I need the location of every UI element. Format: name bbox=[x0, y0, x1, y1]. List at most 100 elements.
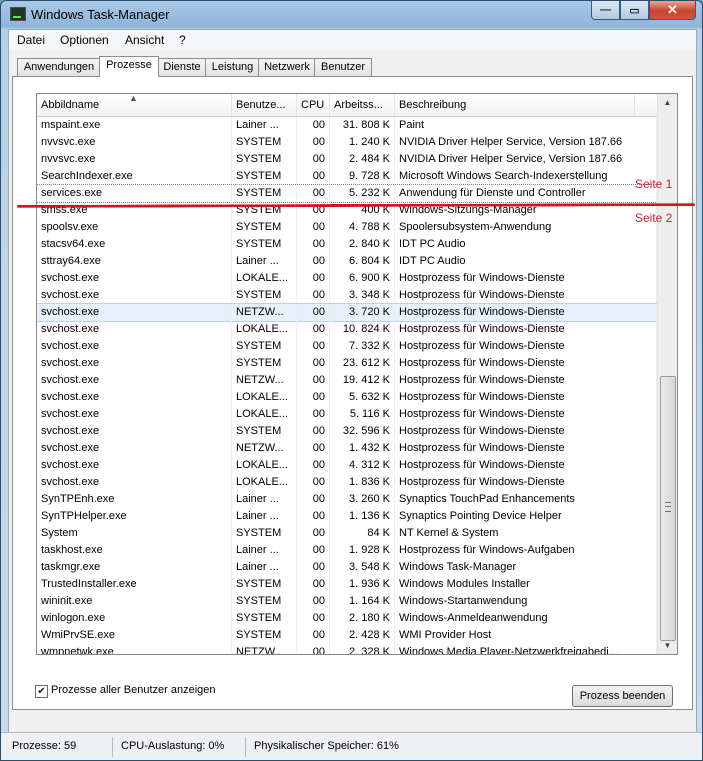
cell-user: Lainer ... bbox=[232, 559, 297, 576]
cell-user: SYSTEM bbox=[232, 610, 297, 627]
cell-description: Synaptics Pointing Device Helper bbox=[395, 508, 657, 525]
close-button[interactable]: ✕ bbox=[649, 1, 696, 20]
process-row[interactable]: wininit.exe SYSTEM 00 1. 164 K Windows-Start… bbox=[37, 593, 657, 610]
cell-memory: 1. 164 K bbox=[330, 593, 395, 610]
cell-image-name: SearchIndexer.exe bbox=[37, 168, 232, 185]
cell-description: Hostprozess für Windows-Dienste bbox=[395, 372, 657, 389]
cell-description: Hostprozess für Windows-Dienste bbox=[395, 321, 657, 338]
menu-optionen[interactable]: Optionen bbox=[60, 33, 109, 47]
tab-benutzer[interactable]: Benutzer bbox=[314, 58, 372, 76]
client-area: Datei Optionen Ansicht ? Anwendungen Pro… bbox=[8, 29, 697, 734]
cell-user: SYSTEM bbox=[232, 355, 297, 372]
status-divider bbox=[112, 737, 113, 757]
cell-description: Hostprozess für Windows-Dienste bbox=[395, 457, 657, 474]
tab-prozesse[interactable]: Prozesse bbox=[99, 56, 159, 77]
process-list[interactable]: ▲ Abbildname Benutze... CPU Arbeitss... … bbox=[36, 93, 678, 655]
cell-memory: 1. 240 K bbox=[330, 134, 395, 151]
menu-datei[interactable]: Datei bbox=[17, 33, 45, 47]
column-header-cpu[interactable]: CPU bbox=[297, 94, 330, 116]
cell-user: SYSTEM bbox=[232, 236, 297, 253]
tab-anwendungen[interactable]: Anwendungen bbox=[17, 58, 101, 76]
cell-image-name: svchost.exe bbox=[37, 321, 232, 338]
process-row[interactable]: svchost.exe LOKALE... 00 4. 312 K Hostprozes… bbox=[37, 457, 657, 474]
cell-image-name: winlogon.exe bbox=[37, 610, 232, 627]
cell-user: SYSTEM bbox=[232, 593, 297, 610]
tab-leistung[interactable]: Leistung bbox=[205, 58, 260, 76]
process-row[interactable]: svchost.exe LOKALE... 00 6. 900 K Hostprozes… bbox=[37, 270, 657, 287]
cell-memory: 1. 936 K bbox=[330, 576, 395, 593]
process-row[interactable]: SynTPHelper.exe Lainer ... 00 1. 136 K Synap… bbox=[37, 508, 657, 525]
scroll-down-icon[interactable]: ▼ bbox=[658, 637, 677, 654]
column-header-user[interactable]: Benutze... bbox=[232, 94, 297, 116]
cell-memory: 10. 824 K bbox=[330, 321, 395, 338]
cell-user: LOKALE... bbox=[232, 406, 297, 423]
process-row[interactable]: svchost.exe SYSTEM 00 7. 332 K Hostprozess f… bbox=[37, 338, 657, 355]
end-process-button[interactable]: Prozess beenden bbox=[572, 685, 673, 707]
process-row[interactable]: nvvsvc.exe SYSTEM 00 2. 484 K NVIDIA Driver … bbox=[37, 151, 657, 168]
process-row[interactable]: svchost.exe LOKALE... 00 5. 632 K Hostprozes… bbox=[37, 389, 657, 406]
cell-cpu: 00 bbox=[297, 406, 330, 423]
process-row[interactable]: spoolsv.exe SYSTEM 00 4. 788 K Spoolersubsys… bbox=[37, 219, 657, 236]
process-row[interactable]: services.exe SYSTEM 00 5. 232 K Anwendung fü… bbox=[37, 184, 658, 203]
column-header-image-name[interactable]: ▲ Abbildname bbox=[37, 94, 232, 116]
process-list-header: ▲ Abbildname Benutze... CPU Arbeitss... … bbox=[37, 94, 657, 117]
process-row[interactable]: nvvsvc.exe SYSTEM 00 1. 240 K NVIDIA Driver … bbox=[37, 134, 657, 151]
process-row[interactable]: svchost.exe SYSTEM 00 23. 612 K Hostprozess … bbox=[37, 355, 657, 372]
cell-memory: 2. 840 K bbox=[330, 236, 395, 253]
cell-user: SYSTEM bbox=[232, 338, 297, 355]
scroll-up-icon[interactable]: ▲ bbox=[658, 94, 677, 111]
cell-description: Hostprozess für Windows-Aufgaben bbox=[395, 542, 657, 559]
process-row[interactable]: SearchIndexer.exe SYSTEM 00 9. 728 K Microso… bbox=[37, 168, 657, 185]
close-icon: ✕ bbox=[667, 2, 678, 17]
cell-description: Windows Task-Manager bbox=[395, 559, 657, 576]
maximize-icon: ▭ bbox=[629, 4, 640, 17]
process-row[interactable]: svchost.exe LOKALE... 00 5. 116 K Hostprozes… bbox=[37, 406, 657, 423]
process-row[interactable]: svchost.exe SYSTEM 00 32. 596 K Hostprozess … bbox=[37, 423, 657, 440]
process-row[interactable]: System SYSTEM 00 84 K NT Kernel & System bbox=[37, 525, 657, 542]
cell-memory: 19. 412 K bbox=[330, 372, 395, 389]
process-row[interactable]: taskmgr.exe Lainer ... 00 3. 548 K Windows T… bbox=[37, 559, 657, 576]
cell-user: Lainer ... bbox=[232, 117, 297, 134]
cell-cpu: 00 bbox=[297, 219, 330, 236]
show-all-users-checkbox[interactable]: ✔ bbox=[35, 685, 48, 698]
process-row[interactable]: svchost.exe NETZW... 00 3. 720 K Hostprozess… bbox=[37, 303, 658, 322]
cell-description: Hostprozess für Windows-Dienste bbox=[395, 287, 657, 304]
process-row[interactable]: winlogon.exe SYSTEM 00 2. 180 K Windows-Anme… bbox=[37, 610, 657, 627]
column-header-description[interactable]: Beschreibung bbox=[395, 94, 635, 116]
process-row[interactable]: sttray64.exe Lainer ... 00 6. 804 K IDT PC A… bbox=[37, 253, 657, 270]
title-bar[interactable]: Windows Task-Manager — ▭ ✕ bbox=[1, 1, 702, 28]
status-process-count: Prozesse: 59 bbox=[12, 740, 77, 752]
cell-image-name: svchost.exe bbox=[37, 474, 232, 491]
process-row[interactable]: taskhost.exe Lainer ... 00 1. 928 K Hostproz… bbox=[37, 542, 657, 559]
process-row[interactable]: svchost.exe LOKALE... 00 10. 824 K Hostproze… bbox=[37, 321, 657, 338]
column-header-memory[interactable]: Arbeitss... bbox=[330, 94, 395, 116]
process-row[interactable]: WmiPrvSE.exe SYSTEM 00 2. 428 K WMI Provider… bbox=[37, 627, 657, 644]
cell-user: SYSTEM bbox=[232, 185, 297, 202]
maximize-button[interactable]: ▭ bbox=[620, 1, 649, 20]
process-row[interactable]: svchost.exe NETZW... 00 1. 432 K Hostprozess… bbox=[37, 440, 657, 457]
show-all-users-label[interactable]: Prozesse aller Benutzer anzeigen bbox=[51, 684, 215, 696]
cell-cpu: 00 bbox=[297, 423, 330, 440]
tab-dienste[interactable]: Dienste bbox=[157, 58, 207, 76]
checkmark-icon: ✔ bbox=[37, 686, 46, 697]
menu-help[interactable]: ? bbox=[179, 33, 186, 47]
processes-tab-page: ▲ Abbildname Benutze... CPU Arbeitss... … bbox=[12, 76, 693, 710]
menu-ansicht[interactable]: Ansicht bbox=[125, 33, 164, 47]
process-row[interactable]: svchost.exe SYSTEM 00 3. 348 K Hostprozess f… bbox=[37, 287, 657, 304]
cell-memory: 1. 836 K bbox=[330, 474, 395, 491]
minimize-button[interactable]: — bbox=[591, 1, 620, 20]
cell-cpu: 00 bbox=[297, 576, 330, 593]
scrollbar-thumb[interactable] bbox=[660, 376, 676, 641]
cell-description: Microsoft Windows Search-Indexerstellung bbox=[395, 168, 657, 185]
cell-memory: 4. 312 K bbox=[330, 457, 395, 474]
process-row[interactable]: mspaint.exe Lainer ... 00 31. 808 K Paint bbox=[37, 117, 657, 134]
process-row[interactable]: svchost.exe NETZW... 00 19. 412 K Hostprozes… bbox=[37, 372, 657, 389]
process-row[interactable]: TrustedInstaller.exe SYSTEM 00 1. 936 K Wind… bbox=[37, 576, 657, 593]
process-row[interactable]: svchost.exe LOKALE... 00 1. 836 K Hostprozes… bbox=[37, 474, 657, 491]
tab-strip: Anwendungen Prozesse Dienste Leistung Ne… bbox=[9, 56, 696, 77]
cell-image-name: svchost.exe bbox=[37, 338, 232, 355]
tab-netzwerk[interactable]: Netzwerk bbox=[258, 58, 316, 76]
process-row[interactable]: stacsv64.exe SYSTEM 00 2. 840 K IDT PC Audio bbox=[37, 236, 657, 253]
process-row[interactable]: SynTPEnh.exe Lainer ... 00 3. 260 K Synaptic… bbox=[37, 491, 657, 508]
process-row[interactable]: wmpnetwk.exe NETZW... 00 2. 328 K Windows Me… bbox=[37, 644, 657, 654]
